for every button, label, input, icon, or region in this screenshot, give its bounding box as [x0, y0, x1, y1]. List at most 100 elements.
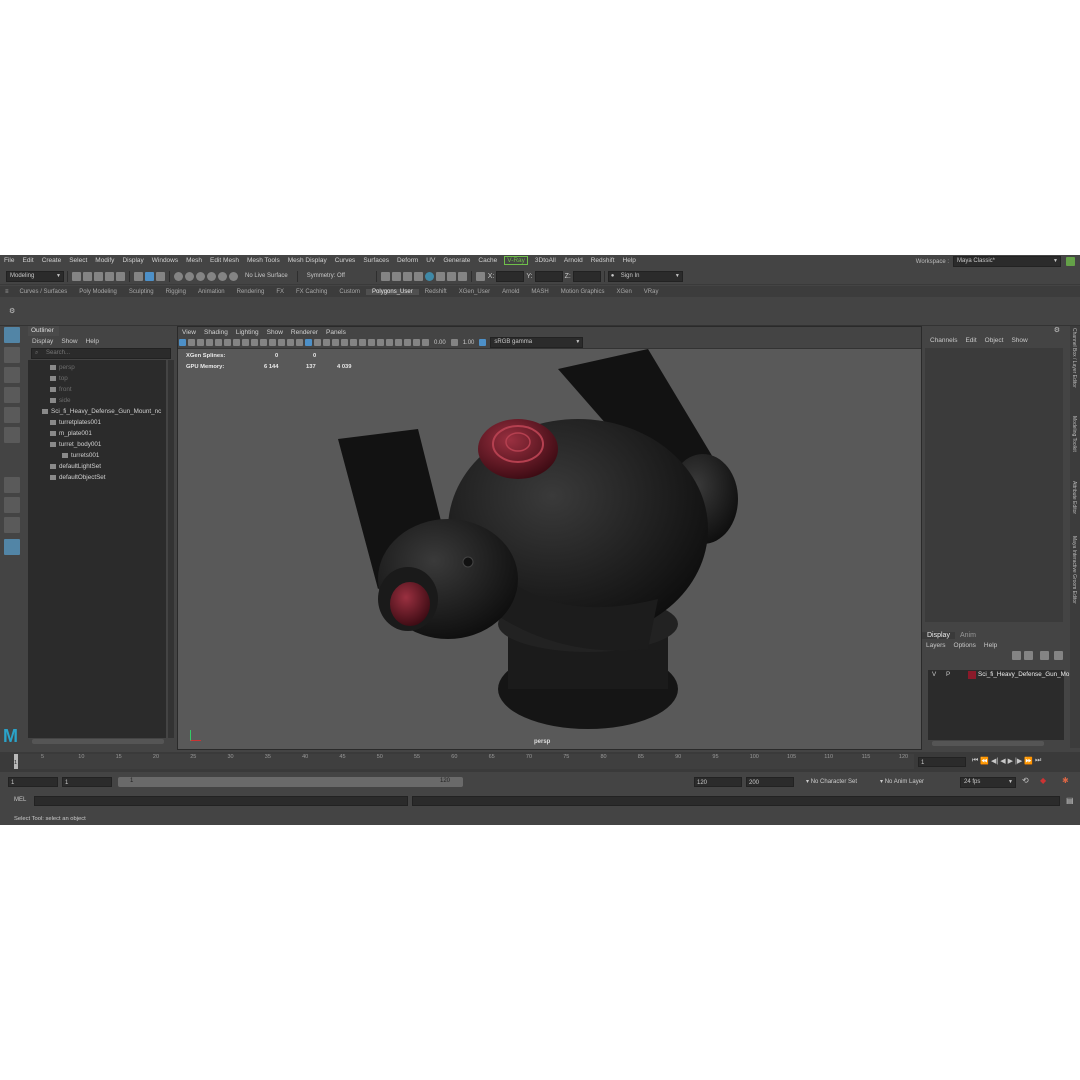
outliner-scrollbar[interactable] — [168, 360, 174, 738]
channel-menu-object[interactable]: Object — [981, 337, 1008, 344]
outliner-item[interactable]: front — [50, 386, 72, 393]
film-gate-icon[interactable] — [242, 339, 249, 346]
xray-icon[interactable] — [395, 339, 402, 346]
select-tool-icon[interactable] — [4, 327, 20, 343]
gamma-value[interactable]: 1.00 — [463, 340, 475, 346]
menu-edit[interactable]: Edit — [18, 257, 37, 264]
outliner-h-scrollbar[interactable] — [32, 739, 164, 744]
resolution-gate-icon[interactable] — [251, 339, 258, 346]
open-scene-icon[interactable] — [83, 271, 92, 281]
play-forward-icon[interactable]: ▶ — [1008, 757, 1013, 765]
shelf-tab-motion-graphics[interactable]: Motion Graphics — [555, 289, 611, 295]
step-back-key-icon[interactable]: ⏪ — [980, 757, 989, 765]
xray-joints-icon[interactable] — [404, 339, 411, 346]
snap-surface-icon[interactable] — [218, 271, 227, 281]
shelf-tab-curves-surfaces[interactable]: Curves / Surfaces — [14, 289, 74, 295]
outliner-item[interactable]: defaultLightSet — [50, 463, 101, 470]
vray-render-icon[interactable] — [424, 271, 434, 281]
menu-cache[interactable]: Cache — [474, 257, 501, 264]
select-component-icon[interactable] — [156, 271, 165, 281]
save-scene-icon[interactable] — [94, 271, 103, 281]
grid-icon[interactable] — [233, 339, 240, 346]
gate-mask-icon[interactable] — [260, 339, 267, 346]
menu-display[interactable]: Display — [118, 257, 147, 264]
go-to-end-icon[interactable]: ⏭ — [1035, 757, 1041, 765]
viewport-menu-show[interactable]: Show — [263, 329, 287, 336]
outliner-item[interactable]: top — [50, 375, 68, 382]
menu-generate[interactable]: Generate — [439, 257, 474, 264]
render-view-icon[interactable] — [457, 271, 467, 281]
symmetry-label[interactable]: Symmetry: Off — [307, 273, 367, 279]
outliner-item[interactable]: turret_body001 — [50, 441, 101, 448]
shelf-tab-xgen-user[interactable]: XGen_User — [453, 289, 496, 295]
shelf-tab-xgen[interactable]: XGen — [610, 289, 637, 295]
layer-visibility[interactable]: V — [932, 670, 936, 680]
image-plane-icon[interactable] — [206, 339, 213, 346]
channel-menu-channels[interactable]: Channels — [926, 337, 961, 344]
outliner-menu-display[interactable]: Display — [28, 338, 57, 345]
new-scene-icon[interactable] — [72, 271, 81, 281]
shadows-icon[interactable] — [341, 339, 348, 346]
anim-end-field[interactable]: 200 — [746, 777, 794, 787]
gamma-icon[interactable] — [450, 339, 458, 346]
layer-row[interactable]: V P Sci_fi_Heavy_Defense_Gun_Mo — [928, 670, 1069, 680]
camera-attributes-icon[interactable] — [188, 339, 195, 346]
live-surface-label[interactable]: No Live Surface — [245, 273, 288, 279]
shelf-tab-custom[interactable]: Custom — [333, 289, 366, 295]
outliner-item[interactable]: turrets001 — [62, 452, 99, 459]
exposure-value[interactable]: 0.00 — [434, 340, 446, 346]
snap-curve-icon[interactable] — [185, 271, 194, 281]
side-tab-maya-interactive-groom-editor[interactable]: Maya Interactive Groom Editor — [1071, 536, 1077, 604]
menu-modify[interactable]: Modify — [91, 257, 118, 264]
layer-playback[interactable]: P — [946, 670, 950, 680]
anti-aliasing-icon[interactable] — [368, 339, 375, 346]
side-tab-channel-box-layer-editor[interactable]: Channel Box / Layer Editor — [1071, 328, 1077, 388]
viewport-menu-shading[interactable]: Shading — [200, 329, 232, 336]
select-hierarchy-icon[interactable] — [134, 271, 143, 281]
lasso-tool-icon[interactable] — [4, 347, 20, 363]
move-layer-up-icon[interactable] — [1012, 651, 1021, 660]
xray-components-icon[interactable] — [413, 339, 420, 346]
channel-menu-edit[interactable]: Edit — [961, 337, 980, 344]
menu-deform[interactable]: Deform — [393, 257, 422, 264]
single-view-icon[interactable] — [4, 477, 20, 493]
snap-grid-icon[interactable] — [174, 271, 183, 281]
scale-tool-icon[interactable] — [4, 427, 20, 443]
step-forward-frame-icon[interactable]: |▶ — [1015, 757, 1022, 765]
playback-end-field[interactable]: 120 — [694, 777, 742, 787]
y-field[interactable] — [534, 270, 563, 282]
anim-layer-dropdown[interactable]: ▾ No Anim Layer — [880, 777, 924, 787]
shelf-tab-redshift[interactable]: Redshift — [419, 289, 453, 295]
redo-icon[interactable] — [116, 271, 125, 281]
auto-key-icon[interactable]: ◆ — [1040, 776, 1046, 785]
snap-pivot-icon[interactable] — [229, 271, 238, 281]
textured-icon[interactable] — [323, 339, 330, 346]
menu-select[interactable]: Select — [65, 257, 91, 264]
side-tab-attribute-editor[interactable]: Attribute Editor — [1071, 481, 1077, 514]
viewport-menu-view[interactable]: View — [178, 329, 200, 336]
isolate-select-icon[interactable] — [386, 339, 393, 346]
menu-mesh-tools[interactable]: Mesh Tools — [243, 257, 284, 264]
render-sequence-icon[interactable] — [391, 271, 401, 281]
exposure-icon[interactable] — [422, 339, 429, 346]
move-layer-down-icon[interactable] — [1024, 651, 1033, 660]
menu-mesh-display[interactable]: Mesh Display — [284, 257, 331, 264]
step-forward-key-icon[interactable]: ⏩ — [1024, 757, 1033, 765]
shelf-tab-sculpting[interactable]: Sculpting — [123, 289, 160, 295]
menu-windows[interactable]: Windows — [148, 257, 182, 264]
menu-mesh[interactable]: Mesh — [182, 257, 206, 264]
menu-3dtoall[interactable]: 3DtoAll — [531, 257, 560, 264]
viewport-canvas[interactable]: XGen Splines: 0 0 GPU Memory: 6 144 137 … — [178, 349, 921, 749]
anim-start-field[interactable]: 1 — [8, 777, 58, 787]
menu-file[interactable]: File — [0, 257, 18, 264]
layer-menu-options[interactable]: Options — [950, 642, 980, 649]
four-view-icon[interactable] — [4, 497, 20, 513]
ipr-render-icon[interactable] — [402, 271, 412, 281]
time-slider-track[interactable]: 1 5 10 15 20 25 30 35 40 45 50 55 60 65 70 75 80 85 90 95 1… — [14, 754, 914, 769]
outliner-item[interactable]: m_plate001 — [50, 430, 92, 437]
two-view-icon[interactable] — [4, 517, 20, 533]
time-slider[interactable]: 1 5 10 15 20 25 30 35 40 45 50 55 60 65 70 75 80 85 90 95 1… — [0, 752, 1080, 772]
menu-v-ray[interactable]: V-Ray — [504, 256, 528, 265]
viewport-menu-panels[interactable]: Panels — [322, 329, 350, 336]
layer-menu-help[interactable]: Help — [980, 642, 1001, 649]
